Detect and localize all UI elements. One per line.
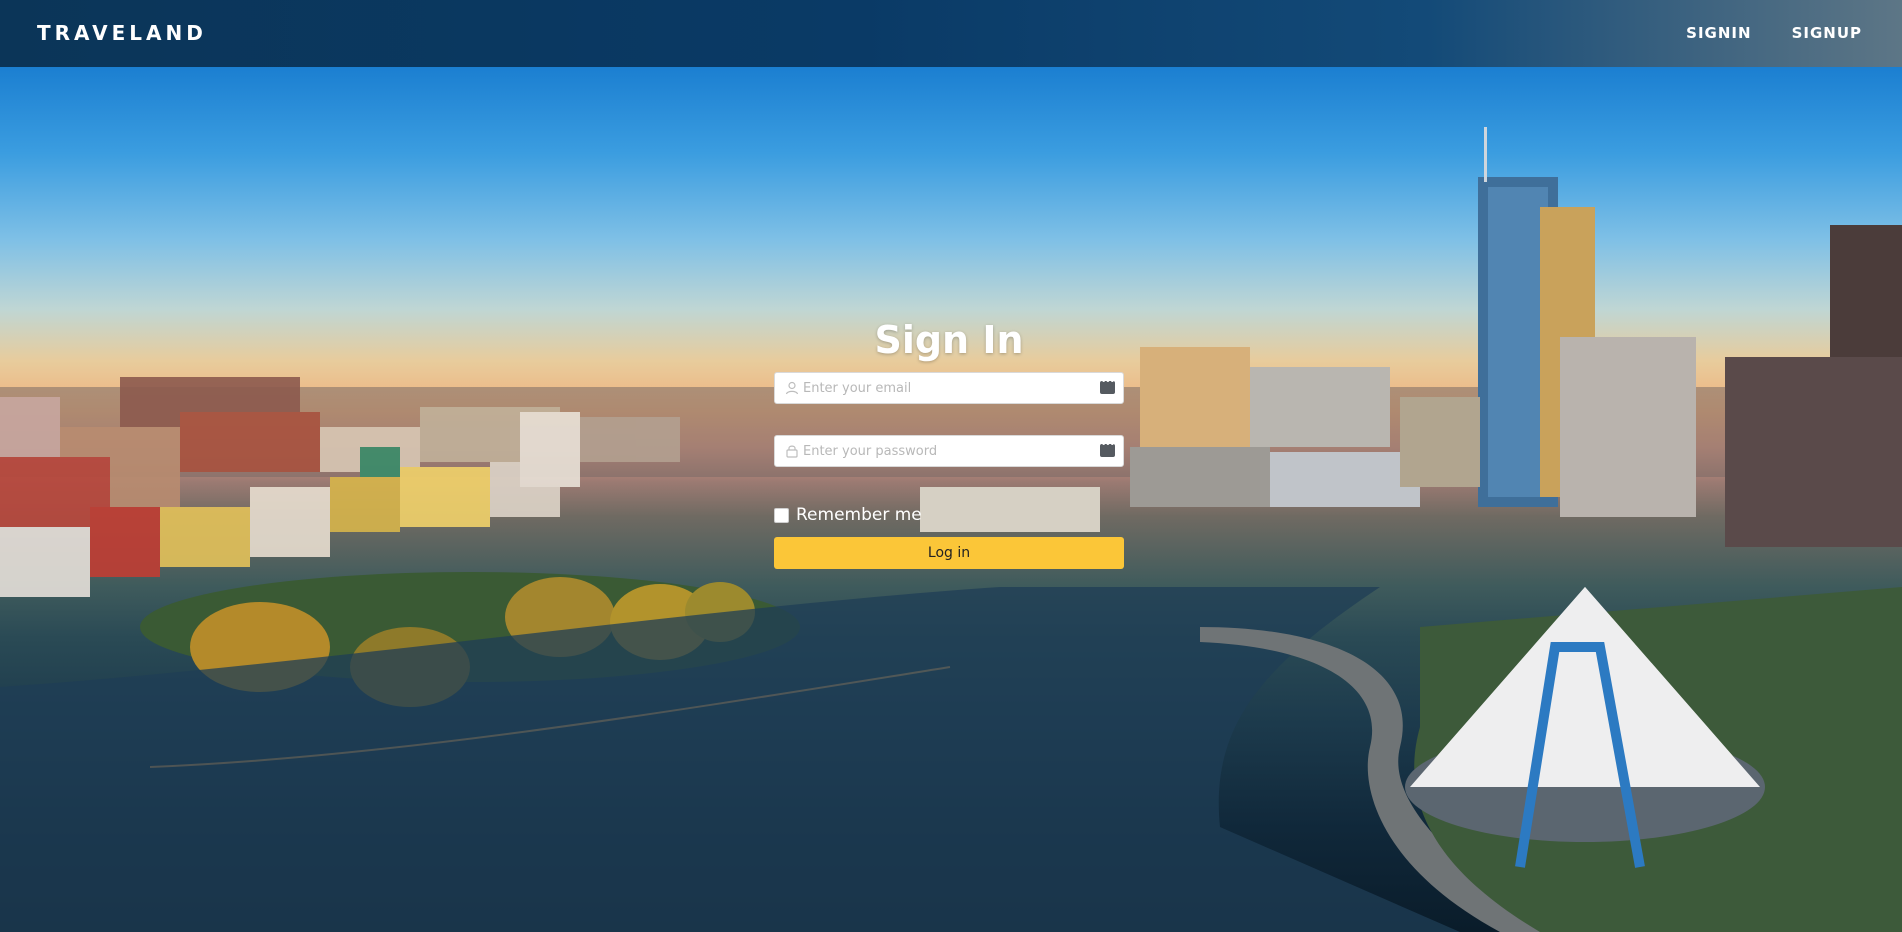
- password-manager-icon[interactable]: [1100, 440, 1115, 457]
- email-field[interactable]: [774, 372, 1124, 404]
- page: TRAVELAND SIGNIN SIGNUP Sign In Enter yo…: [0, 0, 1902, 932]
- remember-me-checkbox[interactable]: [774, 507, 789, 523]
- email-input[interactable]: [803, 373, 1093, 403]
- remember-me-label[interactable]: Remember me: [796, 505, 922, 525]
- signin-form: Sign In Remember me Log in: [774, 318, 1124, 569]
- password-manager-icon[interactable]: [1100, 377, 1115, 394]
- password-input[interactable]: [803, 436, 1093, 466]
- login-button[interactable]: Log in: [774, 537, 1124, 569]
- top-nav-bar: TRAVELAND SIGNIN SIGNUP: [0, 0, 1902, 67]
- password-field[interactable]: [774, 435, 1124, 467]
- nav-signup-link[interactable]: SIGNUP: [1792, 24, 1862, 42]
- remember-me-row: Remember me: [774, 505, 1124, 525]
- nav-signin-link[interactable]: SIGNIN: [1686, 24, 1751, 42]
- user-icon: [785, 381, 799, 395]
- lock-icon: [786, 445, 798, 458]
- nav-links: SIGNIN SIGNUP: [1686, 24, 1862, 42]
- brand-logo[interactable]: TRAVELAND: [37, 21, 207, 45]
- signin-title: Sign In: [874, 318, 1024, 362]
